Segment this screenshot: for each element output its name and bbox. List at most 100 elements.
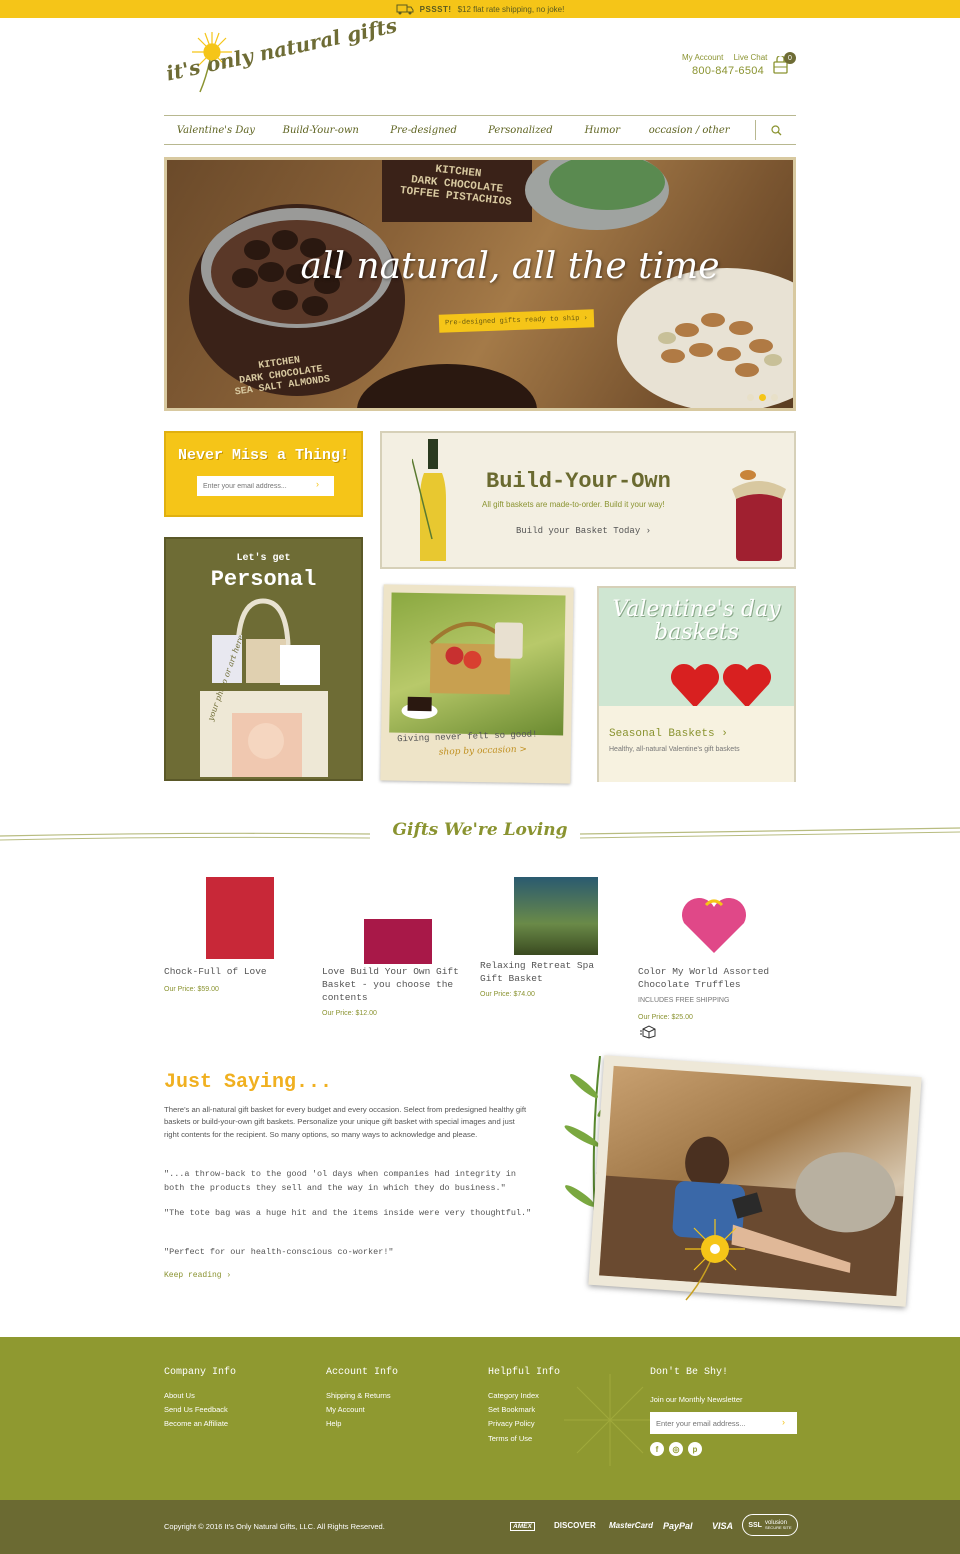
newsletter-email-input[interactable] [197, 476, 334, 496]
footer-email-input[interactable] [650, 1412, 797, 1434]
carousel-dot-3[interactable] [771, 394, 778, 401]
product-price: Our Price: $25.00 [638, 1014, 693, 1021]
build-basket-link[interactable]: Build your Basket Today › [516, 526, 651, 536]
footer-company-title: Company Info [164, 1367, 237, 1378]
product-price: Our Price: $74.00 [480, 991, 535, 998]
valentine-subtitle: Healthy, all-natural Valentine's gift ba… [609, 746, 740, 753]
product-name[interactable]: Love Build Your Own Gift Basket - you ch… [322, 966, 462, 1004]
mastercard-logo: MasterCard [609, 1521, 654, 1530]
footer-link-bookmark[interactable]: Set Bookmark [488, 1405, 535, 1414]
footer-link-terms[interactable]: Terms of Use [488, 1434, 532, 1443]
product-image[interactable] [364, 882, 432, 964]
product-image[interactable] [680, 886, 748, 968]
nav-occasion-other[interactable]: occasion / other [637, 125, 741, 136]
newsletter-promo: Never Miss a Thing! › [164, 431, 363, 517]
copyright: Copyright © 2016 It's Only Natural Gifts… [164, 1522, 385, 1531]
testimonial-quote: "...a throw-back to the good 'ol days wh… [164, 1169, 516, 1194]
shop-by-occasion-promo[interactable]: Giving never felt so good! shop by occas… [380, 584, 574, 784]
newsletter-promo-title: Never Miss a Thing! [177, 447, 350, 464]
carousel-dot-1[interactable] [747, 394, 754, 401]
footer-link-privacy[interactable]: Privacy Policy [488, 1419, 535, 1428]
discover-logo: DISCOVER [554, 1521, 596, 1530]
cart-count: 0 [784, 52, 796, 64]
ssl-sub: SECURE SITE [764, 1525, 792, 1530]
hero-title: all natural, all the time [300, 246, 720, 287]
promo-bar: PSSST! $12 flat rate shipping, no joke! [0, 0, 960, 18]
valentine-title-line2: baskets [654, 620, 739, 646]
pinterest-icon[interactable]: p [688, 1442, 702, 1456]
visa-logo: VISA [712, 1521, 734, 1531]
product-name[interactable]: Chock-Full of Love [164, 966, 304, 979]
build-your-own-title: Build-Your-Own [486, 469, 671, 494]
footer-link-help[interactable]: Help [326, 1419, 341, 1428]
valentine-title-line1: Valentine's day [612, 597, 781, 622]
free-shipping-box-icon [640, 1025, 656, 1039]
hero-banner[interactable]: KITCHEN DARK CHOCOLATE TOFFEE PISTACHIOS… [164, 157, 796, 411]
woman-reading-image [599, 1065, 911, 1297]
nav-personalized[interactable]: Personalized [474, 125, 568, 136]
footer [0, 1337, 960, 1500]
ssl-label: SSL [748, 1521, 762, 1529]
testimonial-photo [588, 1055, 922, 1307]
nav-build-your-own[interactable]: Build-Your-own [268, 125, 374, 136]
footer-newsletter-title: Don't Be Shy! [650, 1367, 729, 1378]
truck-icon [396, 4, 414, 14]
instagram-icon[interactable]: ◎ [669, 1442, 683, 1456]
main-nav: Valentine's Day Build-Your-own Pre-desig… [164, 115, 796, 145]
personal-promo-top: Let's get [236, 553, 291, 564]
footer-bottom-bar [0, 1500, 960, 1554]
testimonial-quote: "The tote bag was a huge hit and the ite… [164, 1208, 532, 1218]
nav-pre-designed[interactable]: Pre-designed [374, 125, 474, 136]
just-saying-title: Just Saying... [164, 1071, 333, 1094]
phone-number[interactable]: 800-847-6504 [692, 65, 764, 77]
logo[interactable]: it's only natural gifts [164, 13, 399, 100]
footer-link-my-account[interactable]: My Account [326, 1405, 365, 1414]
product-price: Our Price: $59.00 [164, 986, 219, 993]
paypal-logo: PayPal [663, 1521, 693, 1531]
footer-helpful-title: Helpful Info [488, 1367, 561, 1378]
valentine-footer [599, 706, 794, 782]
build-your-own-promo[interactable]: Build-Your-Own All gift baskets are made… [380, 431, 796, 569]
shop-by-occasion-link[interactable]: shop by occasion > [439, 745, 527, 758]
just-saying-body: There's an all-natural gift basket for e… [164, 1105, 527, 1139]
search-button[interactable] [756, 124, 796, 136]
product-name[interactable]: Color My World Assorted Chocolate Truffl… [638, 966, 778, 992]
account-links: My Account Live Chat [682, 53, 775, 62]
chevron-right-icon: › [316, 479, 319, 489]
my-account-link[interactable]: My Account [682, 53, 723, 62]
ssl-seal: SSL volusion SECURE SITE [742, 1514, 798, 1536]
dandelion-decoration [685, 1219, 745, 1301]
nav-valentines-day[interactable]: Valentine's Day [164, 125, 268, 136]
nav-humor[interactable]: Humor [567, 125, 637, 136]
carousel-dot-2[interactable] [759, 394, 766, 401]
gifts-heading: Gifts We're Loving [392, 820, 568, 840]
newsletter-submit-button[interactable]: › [316, 479, 319, 489]
build-your-own-subtitle: All gift baskets are made-to-order. Buil… [482, 500, 665, 509]
promo-label: PSSST! [419, 4, 452, 14]
footer-newsletter-subtitle: Join our Monthly Newsletter [650, 1395, 743, 1404]
testimonial-quote: "Perfect for our health-conscious co-wor… [164, 1247, 394, 1257]
footer-account-title: Account Info [326, 1367, 399, 1378]
keep-reading-link[interactable]: Keep reading › [164, 1271, 231, 1280]
facebook-icon[interactable]: f [650, 1442, 664, 1456]
product-image[interactable] [514, 877, 598, 955]
occasion-basket-image [389, 592, 566, 736]
footer-newsletter-submit[interactable]: › [782, 1417, 785, 1427]
chevron-right-icon: › [782, 1417, 785, 1427]
tote-bag-image [200, 598, 328, 777]
cart-button[interactable]: 0 [772, 52, 796, 74]
jam-jar-image [732, 470, 786, 561]
seasonal-baskets-link[interactable]: Seasonal Baskets › [609, 728, 728, 740]
live-chat-link[interactable]: Live Chat [734, 53, 768, 62]
product-name[interactable]: Relaxing Retreat Spa Gift Basket [480, 960, 620, 986]
footer-link-shipping[interactable]: Shipping & Returns [326, 1391, 391, 1400]
valentine-promo[interactable]: Valentine's day baskets Seasonal Baskets… [597, 586, 796, 782]
footer-link-category-index[interactable]: Category Index [488, 1391, 539, 1400]
footer-link-affiliate[interactable]: Become an Affiliate [164, 1419, 228, 1428]
personalized-promo[interactable]: Let's get Personal your photo or art her… [164, 537, 363, 781]
footer-link-feedback[interactable]: Send Us Feedback [164, 1405, 228, 1414]
product-image[interactable] [206, 877, 274, 959]
product-price: Our Price: $12.00 [322, 1010, 377, 1017]
footer-link-about-us[interactable]: About Us [164, 1391, 195, 1400]
olive-oil-bottle-image [412, 439, 446, 561]
